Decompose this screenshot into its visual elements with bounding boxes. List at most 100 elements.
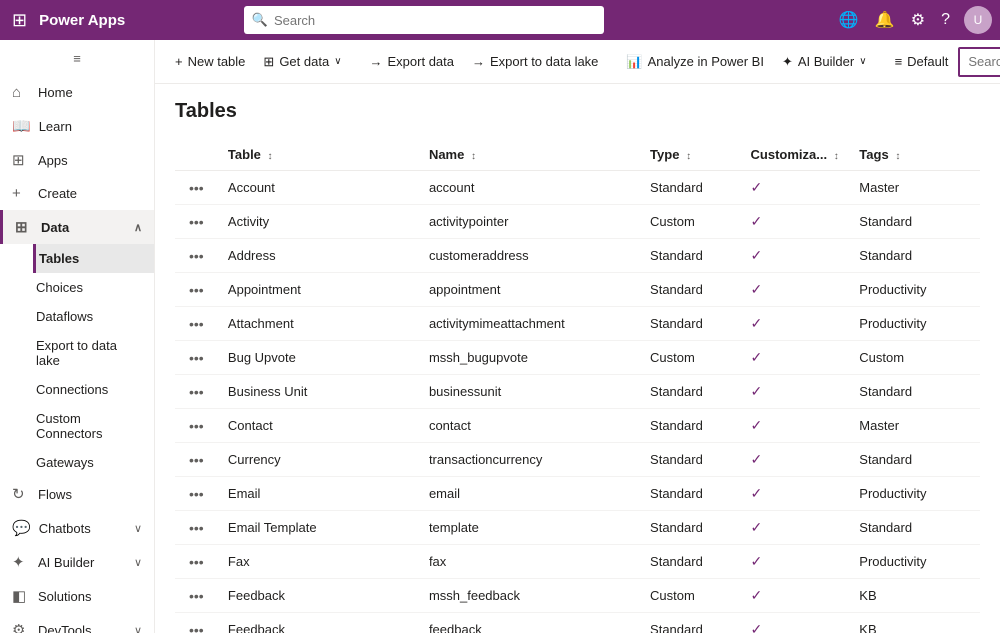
export-data-button[interactable]: → Export data bbox=[362, 49, 463, 74]
sidebar: ≡ ⌂ Home 📖 Learn ⊞ Apps + Create ⊞ Data … bbox=[0, 40, 155, 633]
col-type-header[interactable]: Type ↕ bbox=[640, 139, 741, 171]
row-dots-12[interactable]: ••• bbox=[175, 579, 218, 613]
row-context-menu-button[interactable]: ••• bbox=[185, 620, 208, 633]
topbar-icons: 🌐 🔔 ⚙ ? U bbox=[833, 6, 992, 34]
table-row[interactable]: ••• Appointment appointment Standard ✓ P… bbox=[175, 273, 980, 307]
sidebar-subitem-gateways[interactable]: Gateways bbox=[36, 448, 154, 477]
sidebar-subitem-choices[interactable]: Choices bbox=[36, 273, 154, 302]
row-dots-9[interactable]: ••• bbox=[175, 477, 218, 511]
export-data-lake-button[interactable]: → Export to data lake bbox=[464, 49, 606, 74]
table-row[interactable]: ••• Address customeraddress Standard ✓ S… bbox=[175, 239, 980, 273]
global-search-input[interactable] bbox=[274, 13, 596, 28]
row-context-menu-button[interactable]: ••• bbox=[185, 518, 208, 538]
ai-builder-button[interactable]: ✦ AI Builder ∨ bbox=[774, 49, 875, 75]
chevron-down-icon: ∨ bbox=[334, 56, 341, 67]
row-tags-9: Productivity bbox=[849, 477, 980, 511]
row-context-menu-button[interactable]: ••• bbox=[185, 450, 208, 470]
sidebar-item-flows[interactable]: ↻ Flows bbox=[0, 477, 154, 511]
table-search-box[interactable] bbox=[958, 47, 1000, 77]
table-row[interactable]: ••• Feedback mssh_feedback Custom ✓ KB bbox=[175, 579, 980, 613]
get-data-button[interactable]: ⊞ Get data ∨ bbox=[255, 49, 349, 75]
analyze-power-bi-button[interactable]: 📊 Analyze in Power BI bbox=[618, 49, 772, 75]
row-context-menu-button[interactable]: ••• bbox=[185, 382, 208, 402]
table-row[interactable]: ••• Currency transactioncurrency Standar… bbox=[175, 443, 980, 477]
table-search-input[interactable] bbox=[968, 54, 1000, 69]
default-button[interactable]: ≡ Default bbox=[887, 49, 957, 74]
row-name-6: businessunit bbox=[419, 375, 640, 409]
bell-icon[interactable]: 🔔 bbox=[869, 6, 901, 34]
row-dots-7[interactable]: ••• bbox=[175, 409, 218, 443]
table-row[interactable]: ••• Account account Standard ✓ Master bbox=[175, 171, 980, 205]
new-table-button[interactable]: + New table bbox=[167, 49, 253, 74]
table-row[interactable]: ••• Contact contact Standard ✓ Master bbox=[175, 409, 980, 443]
row-dots-1[interactable]: ••• bbox=[175, 205, 218, 239]
row-context-menu-button[interactable]: ••• bbox=[185, 178, 208, 198]
row-customizable-5: ✓ bbox=[741, 341, 850, 375]
sidebar-item-solutions[interactable]: ◧ Solutions bbox=[0, 579, 154, 613]
row-type-1: Custom bbox=[640, 205, 741, 239]
row-dots-3[interactable]: ••• bbox=[175, 273, 218, 307]
grid-icon[interactable]: ⊞ bbox=[8, 6, 31, 35]
row-context-menu-button[interactable]: ••• bbox=[185, 212, 208, 232]
sidebar-item-data[interactable]: ⊞ Data ∧ bbox=[0, 210, 154, 244]
sidebar-subitem-custom-connectors[interactable]: Custom Connectors bbox=[36, 404, 154, 448]
col-table-header[interactable]: Table ↕ bbox=[218, 139, 419, 171]
row-tags-2: Standard bbox=[849, 239, 980, 273]
sidebar-item-home[interactable]: ⌂ Home bbox=[0, 76, 154, 109]
data-subitems: Tables Choices Dataflows Export to data … bbox=[0, 244, 154, 477]
row-dots-2[interactable]: ••• bbox=[175, 239, 218, 273]
row-context-menu-button[interactable]: ••• bbox=[185, 348, 208, 368]
row-name-10: template bbox=[419, 511, 640, 545]
row-dots-0[interactable]: ••• bbox=[175, 171, 218, 205]
row-dots-5[interactable]: ••• bbox=[175, 341, 218, 375]
row-dots-11[interactable]: ••• bbox=[175, 545, 218, 579]
sidebar-item-create[interactable]: + Create bbox=[0, 177, 154, 210]
col-name-header[interactable]: Name ↕ bbox=[419, 139, 640, 171]
row-context-menu-button[interactable]: ••• bbox=[185, 280, 208, 300]
default-icon: ≡ bbox=[895, 54, 903, 69]
table-row[interactable]: ••• Business Unit businessunit Standard … bbox=[175, 375, 980, 409]
avatar[interactable]: U bbox=[964, 6, 992, 34]
row-context-menu-button[interactable]: ••• bbox=[185, 552, 208, 572]
help-icon[interactable]: ? bbox=[935, 7, 956, 33]
settings-icon[interactable]: ⚙ bbox=[905, 6, 931, 34]
sidebar-subitem-export-data-lake[interactable]: Export to data lake bbox=[36, 331, 154, 375]
row-context-menu-button[interactable]: ••• bbox=[185, 416, 208, 436]
table-row[interactable]: ••• Fax fax Standard ✓ Productivity bbox=[175, 545, 980, 579]
sidebar-item-label: Apps bbox=[38, 153, 68, 168]
sidebar-item-devtools[interactable]: ⚙ DevTools ∨ bbox=[0, 613, 154, 633]
ai-builder-icon: ✦ bbox=[12, 553, 30, 571]
table-row[interactable]: ••• Email email Standard ✓ Productivity bbox=[175, 477, 980, 511]
table-row[interactable]: ••• Bug Upvote mssh_bugupvote Custom ✓ C… bbox=[175, 341, 980, 375]
row-dots-8[interactable]: ••• bbox=[175, 443, 218, 477]
row-context-menu-button[interactable]: ••• bbox=[185, 484, 208, 504]
data-icon: ⊞ bbox=[15, 218, 33, 236]
row-context-menu-button[interactable]: ••• bbox=[185, 246, 208, 266]
sidebar-collapse-button[interactable]: ≡ bbox=[0, 40, 154, 76]
sidebar-item-ai-builder[interactable]: ✦ AI Builder ∨ bbox=[0, 545, 154, 579]
row-context-menu-button[interactable]: ••• bbox=[185, 314, 208, 334]
table-row[interactable]: ••• Feedback feedback Standard ✓ KB bbox=[175, 613, 980, 633]
table-row[interactable]: ••• Attachment activitymimeattachment St… bbox=[175, 307, 980, 341]
col-custom-header[interactable]: Customiza... ↕ bbox=[741, 139, 850, 171]
table-row[interactable]: ••• Email Template template Standard ✓ S… bbox=[175, 511, 980, 545]
col-tags-header[interactable]: Tags ↕ bbox=[849, 139, 980, 171]
create-icon: + bbox=[12, 185, 30, 202]
row-context-menu-button[interactable]: ••• bbox=[185, 586, 208, 606]
app-logo: Power Apps bbox=[39, 12, 125, 29]
sidebar-subitem-dataflows[interactable]: Dataflows bbox=[36, 302, 154, 331]
sidebar-item-chatbots[interactable]: 💬 Chatbots ∨ bbox=[0, 511, 154, 545]
table-row[interactable]: ••• Activity activitypointer Custom ✓ St… bbox=[175, 205, 980, 239]
sidebar-item-apps[interactable]: ⊞ Apps bbox=[0, 143, 154, 177]
row-dots-6[interactable]: ••• bbox=[175, 375, 218, 409]
sidebar-item-learn[interactable]: 📖 Learn bbox=[0, 109, 154, 143]
row-dots-4[interactable]: ••• bbox=[175, 307, 218, 341]
row-dots-10[interactable]: ••• bbox=[175, 511, 218, 545]
checkmark-icon: ✓ bbox=[751, 213, 763, 229]
table-header-row: Table ↕ Name ↕ Type ↕ Customiza... bbox=[175, 139, 980, 171]
environment-icon[interactable]: 🌐 bbox=[833, 6, 865, 34]
sidebar-subitem-connections[interactable]: Connections bbox=[36, 375, 154, 404]
row-dots-13[interactable]: ••• bbox=[175, 613, 218, 633]
global-search-box[interactable]: 🔍 bbox=[244, 6, 604, 34]
sidebar-subitem-tables[interactable]: Tables bbox=[33, 244, 154, 273]
